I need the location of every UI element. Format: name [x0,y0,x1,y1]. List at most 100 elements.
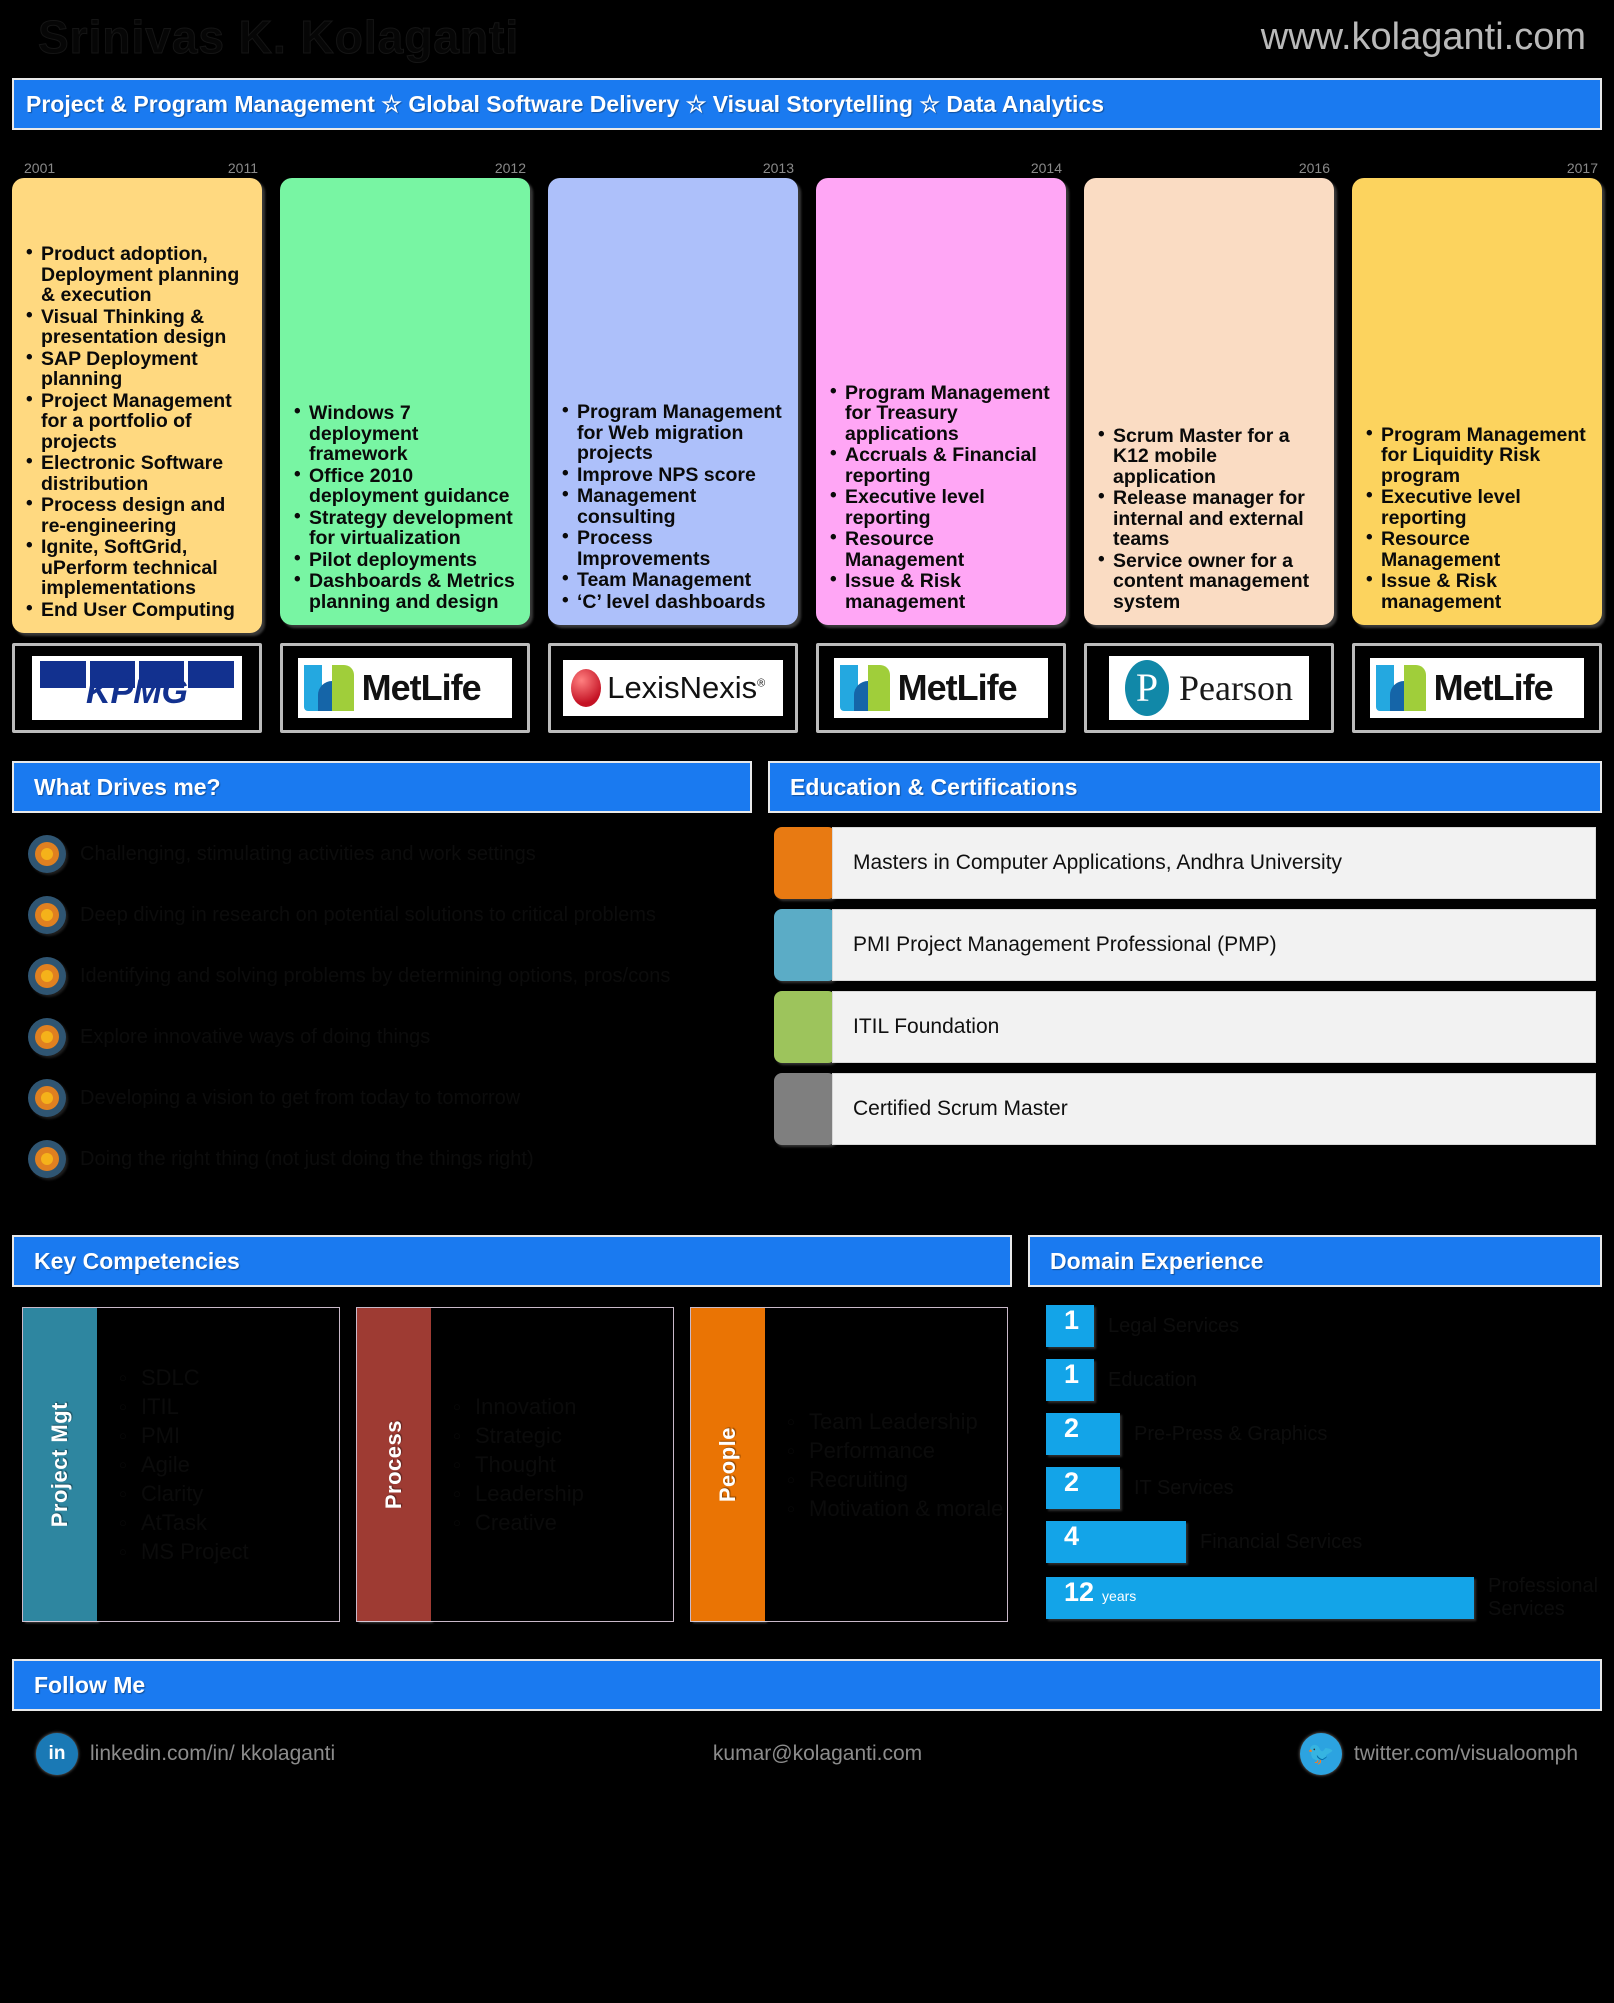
timeline-column: 2012 Windows 7 deployment frameworkOffice… [280,160,530,633]
timeline-bullet: Executive level reporting [1364,486,1590,528]
website-link[interactable]: www.kolaganti.com [1261,16,1586,59]
timeline-bullet: Program Management for Web migration pro… [560,401,786,464]
company-logo-row: KPMG MetLife LexisNexis® MetLife Pearson MetL… [12,643,1602,733]
timeline-bullet: Service owner for a content management s… [1096,550,1322,613]
certification-row: Masters in Computer Applications, Andhra… [774,827,1596,899]
competency-item: AtTask [119,1508,339,1537]
domain-bar: 12 years [1046,1577,1474,1619]
email-address[interactable]: kumar@kolaganti.com [335,1742,1300,1766]
person-name: Srinivas K. Kolaganti [37,11,520,64]
timeline-bullet: Windows 7 deployment framework [292,402,518,465]
drive-item: Challenging, stimulating activities and … [28,835,748,873]
domain-row: 2 Pre-Press & Graphics [1046,1413,1602,1455]
competency-item: Clarity [119,1479,339,1508]
drive-text: Identifying and solving problems by dete… [80,965,671,987]
competency-body: Team LeadershipPerformanceRecruitingMoti… [765,1308,1007,1621]
year-end: 2011 [227,160,258,176]
competency-item: Recruiting [787,1465,1007,1494]
domain-experience-title: Domain Experience [1050,1247,1264,1274]
drive-item: Explore innovative ways of doing things [28,1018,748,1056]
drive-text: Deep diving in research on potential sol… [80,904,656,926]
timeline-bullet: Accruals & Financial reporting [828,444,1054,486]
competency-body: InnovationStrategicThoughtLeadershipCrea… [431,1308,673,1621]
timeline-bullet: Program Management for Liquidity Risk pr… [1364,424,1590,487]
timeline-column: 2013 Program Management for Web migration… [548,160,798,633]
competency-item: MS Project [119,1537,339,1566]
timeline-card: Scrum Master for a K12 mobile applicatio… [1084,178,1334,625]
linkedin-link[interactable]: in linkedin.com/in/ kkolaganti [36,1733,335,1775]
certification-chip [774,827,836,899]
competency-card: Project Mgt SDLCITILPMIAgileClarityAtTask… [22,1307,340,1622]
certification-chip [774,991,836,1063]
target-icon [28,896,66,934]
infographic-resume: Srinivas K. Kolaganti www.kolaganti.com … [0,0,1614,2003]
competency-card: Process InnovationStrategicThoughtLeaders… [356,1307,674,1622]
certification-chip [774,909,836,981]
key-competencies-panel: Key Competencies Project MgtSDLCITILPMIA… [12,1235,1012,1633]
competency-item: ITIL [119,1392,339,1421]
domain-row: 1 Legal Services [1046,1305,1602,1347]
timeline-bullet: Issue & Risk management [828,570,1054,612]
certification-label: ITIL Foundation [832,991,1596,1063]
competency-item: Strategic [453,1421,673,1450]
competency-card: People Team LeadershipPerformanceRecruiti… [690,1307,1008,1622]
competency-group-name: Process [381,1419,406,1510]
education-title: Education & Certifications [790,773,1078,800]
what-drives-me-title: What Drives me? [34,773,221,800]
drive-item: Doing the right thing (not just doing th… [28,1140,748,1178]
domain-label: Legal Services [1108,1314,1240,1337]
competency-tab: Project Mgt [23,1308,97,1621]
competency-item: Innovation [453,1392,673,1421]
competency-body: SDLCITILPMIAgileClarityAtTaskMS Project [97,1308,339,1621]
competency-item: Leadership [453,1479,673,1508]
timeline-years: 2013 [548,160,798,178]
timeline-bullet: Pilot deployments [292,549,518,571]
timeline-column: 2016 Scrum Master for a K12 mobile applic… [1084,160,1334,633]
year-start: 2001 [24,160,56,176]
twitter-icon: 🐦 [1299,1733,1342,1775]
certification-list: Masters in Computer Applications, Andhra… [768,813,1602,1145]
domain-experience-panel: Domain Experience 1 Legal Services 1 Educat… [1028,1235,1602,1633]
timeline-bullet: Issue & Risk management [1364,570,1590,612]
timeline-column: 2014 Program Management for Treasury appl… [816,160,1066,633]
timeline-bullet: Ignite, SoftGrid, uPerform technical imp… [24,536,250,599]
competency-item: Motivation & morale [787,1494,1007,1523]
lexisnexis-logo: LexisNexis® [563,660,783,716]
target-icon [28,1018,66,1056]
domain-years-value: 4 [1064,1521,1080,1551]
domain-bar: 1 [1046,1359,1094,1401]
timeline-bullet: Resource Management [1364,528,1590,570]
key-competencies-header: Key Competencies [12,1235,1012,1287]
drive-item: Identifying and solving problems by dete… [28,957,748,995]
timeline-bullet: Strategy development for virtualization [292,507,518,549]
competency-item: Creative [453,1508,673,1537]
timeline-bullet: SAP Deployment planning [24,348,250,390]
twitter-link[interactable]: 🐦 twitter.com/visualoomph [1299,1733,1578,1775]
competency-tab: Process [357,1308,431,1621]
timeline-column: 2017 Program Management for Liquidity Ris… [1352,160,1602,633]
timeline-bullet: Scrum Master for a K12 mobile applicatio… [1096,425,1322,488]
metlife-logo: MetLife [1369,657,1585,719]
drives-list: Challenging, stimulating activities and … [12,813,752,1178]
tagline-banner: Project & Program Management ☆ Global So… [12,78,1602,130]
drive-text: Doing the right thing (not just doing th… [80,1148,534,1170]
domain-years-value: 2 [1064,1413,1080,1443]
domain-bar-chart: 1 Legal Services 1 Education 2 Pre-Press & Gr… [1028,1287,1602,1621]
year-end: 2014 [1030,160,1062,176]
follow-me-header: Follow Me [12,1659,1602,1711]
domain-label: Professional Services [1488,1575,1599,1620]
year-end: 2016 [1298,160,1330,176]
timeline-bullet: Resource Management [828,528,1054,570]
top-header: Srinivas K. Kolaganti www.kolaganti.com [0,0,1614,78]
timeline-column: 2001 2011 Product adoption, Deployment pla… [12,160,262,633]
year-end: 2012 [494,160,526,176]
certification-label: Masters in Computer Applications, Andhra… [832,827,1596,899]
kpmg-logo: KPMG [32,656,242,720]
competency-item: Team Leadership [787,1407,1007,1436]
drive-text: Challenging, stimulating activities and … [80,843,536,865]
competency-item: Agile [119,1450,339,1479]
timeline-bullet: ‘C’ level dashboards [560,591,786,613]
timeline-card: Program Management for Treasury applicat… [816,178,1066,625]
target-icon [28,1079,66,1117]
domain-row: 1 Education [1046,1359,1602,1401]
